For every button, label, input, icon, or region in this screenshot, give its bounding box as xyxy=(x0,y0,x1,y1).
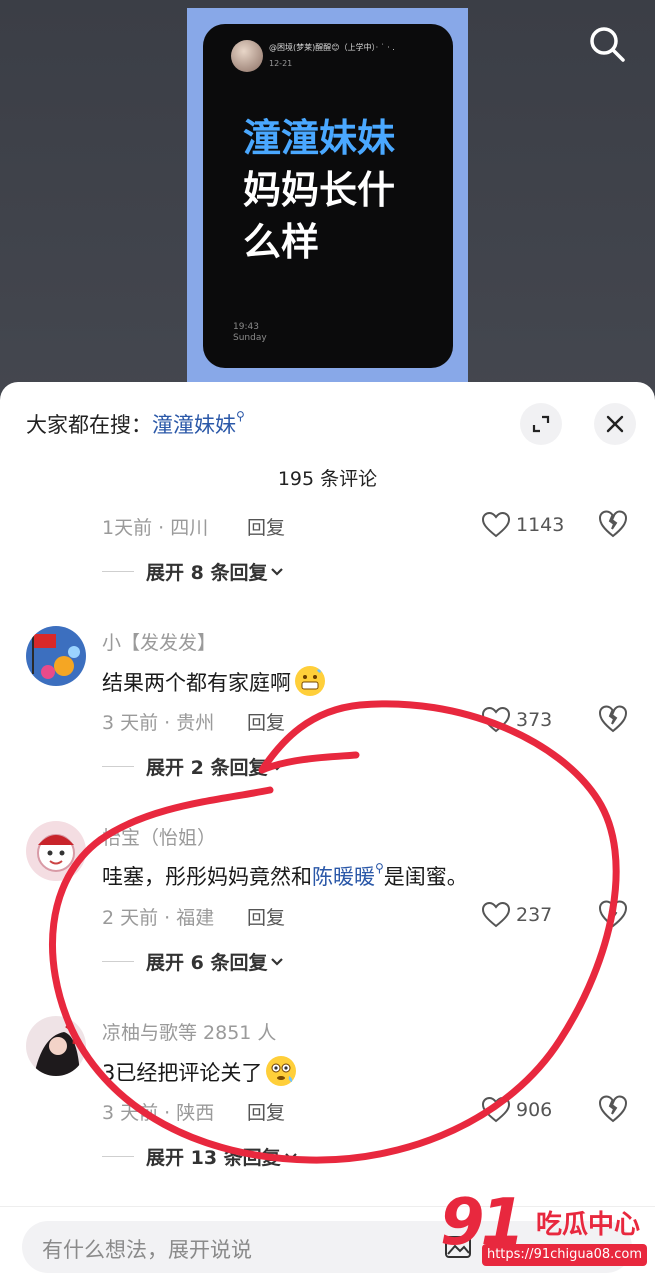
expand-divider xyxy=(102,766,134,767)
search-small-icon: ⚲ xyxy=(236,409,245,423)
like-button[interactable]: 1143 xyxy=(482,510,572,540)
comment-text: 结果两个都有家庭啊 xyxy=(102,666,325,697)
broken-heart-icon xyxy=(598,510,628,538)
hot-search-keyword[interactable]: 潼潼妹妹 xyxy=(152,413,236,437)
video-screenshot-card: @困境(梦莱)醒醒😊（上学中）· ˙ · . 12-21 潼潼妹妹 妈妈长什 么… xyxy=(203,24,453,368)
like-button[interactable]: 906 xyxy=(482,1095,572,1125)
dislike-button[interactable] xyxy=(598,900,628,930)
comment-meta: 3 天前 · 陕西 xyxy=(102,1102,215,1124)
expand-replies-label: 展开 6 条回复 xyxy=(146,952,268,974)
broken-heart-icon xyxy=(598,1095,628,1123)
avatar[interactable] xyxy=(26,821,86,881)
video-player[interactable]: @困境(梦莱)醒醒😊（上学中）· ˙ · . 12-21 潼潼妹妹 妈妈长什 么… xyxy=(0,0,655,400)
reply-button[interactable]: 回复 xyxy=(247,513,285,540)
heart-icon xyxy=(482,707,510,733)
comment-meta: 3 天前 · 贵州 xyxy=(102,712,215,734)
broken-heart-icon xyxy=(598,705,628,733)
heart-icon xyxy=(482,902,510,928)
poster-username: @困境(梦莱)醒醒😊（上学中）· ˙ · . xyxy=(269,43,395,52)
chevron-down-icon xyxy=(271,762,284,771)
like-button[interactable]: 373 xyxy=(482,705,572,735)
watermark-text: 吃瓜中心 xyxy=(536,1210,641,1240)
like-count: 1143 xyxy=(516,514,565,536)
expand-replies-button[interactable]: 展开 6 条回复 xyxy=(146,948,285,975)
expand-replies-label: 展开 8 条回复 xyxy=(146,562,268,584)
comment-author[interactable]: 凉柚与歌等 2851 人 xyxy=(102,1018,276,1045)
expand-divider xyxy=(102,1156,134,1157)
hot-search-prefix: 大家都在搜： xyxy=(26,413,152,437)
video-day: Sunday xyxy=(233,333,267,343)
like-count: 237 xyxy=(516,904,553,926)
avatar-image xyxy=(26,1016,86,1076)
video-title-line-1: 潼潼妹妹 xyxy=(243,116,396,160)
close-sheet-button[interactable] xyxy=(594,403,636,445)
grimacing-emoji-icon xyxy=(295,666,325,696)
chevron-down-icon xyxy=(271,957,284,966)
dislike-button[interactable] xyxy=(598,510,628,540)
dislike-button[interactable] xyxy=(598,1095,628,1125)
avatar-image xyxy=(26,821,86,881)
flushed-emoji-icon xyxy=(266,1056,297,1086)
expand-replies-button[interactable]: 展开 8 条回复 xyxy=(146,558,285,585)
avatar[interactable] xyxy=(26,1016,86,1076)
comment-text: 3已经把评论关了 xyxy=(102,1056,297,1087)
search-button[interactable] xyxy=(585,22,629,66)
post-date: 12-21 xyxy=(269,59,293,68)
chevron-down-icon xyxy=(284,1152,297,1161)
like-button[interactable]: 237 xyxy=(482,900,572,930)
comment-text-body: 结果两个都有家庭啊 xyxy=(102,671,291,695)
reply-button[interactable]: 回复 xyxy=(247,903,285,930)
search-small-icon: ⚲ xyxy=(375,861,384,875)
heart-icon xyxy=(482,512,510,538)
video-title-line-3: 么样 xyxy=(243,220,320,264)
comment-text: 哇塞，彤彤妈妈竟然和陈暖暖⚲是闺蜜。 xyxy=(102,861,468,891)
expand-replies-button[interactable]: 展开 13 条回复 xyxy=(146,1143,299,1170)
reply-button[interactable]: 回复 xyxy=(247,1098,285,1125)
hot-search-bar[interactable]: 大家都在搜：潼潼妹妹⚲ xyxy=(26,409,245,439)
avatar-image xyxy=(26,626,86,686)
video-frame: @困境(梦莱)醒醒😊（上学中）· ˙ · . 12-21 潼潼妹妹 妈妈长什 么… xyxy=(187,8,468,400)
comment-author[interactable]: 小【发发发】 xyxy=(102,628,216,655)
expand-divider xyxy=(102,571,134,572)
comment-count: 195 条评论 xyxy=(277,468,378,490)
heart-icon xyxy=(482,1097,510,1123)
expand-replies-button[interactable]: 展开 2 条回复 xyxy=(146,753,285,780)
like-count: 906 xyxy=(516,1099,553,1121)
broken-heart-icon xyxy=(598,900,628,928)
expand-divider xyxy=(102,961,134,962)
expand-replies-label: 展开 2 条回复 xyxy=(146,757,268,779)
watermark-logo: 91 吃瓜中心 https://91chigua08.com xyxy=(440,1186,650,1276)
comment-author[interactable]: 怡宝（怡姐） xyxy=(102,823,216,850)
reply-button[interactable]: 回复 xyxy=(247,708,285,735)
watermark-url: https://91chigua08.com xyxy=(482,1244,647,1266)
video-time: 19:43 xyxy=(233,322,259,332)
chevron-down-icon xyxy=(271,567,284,576)
video-title: 潼潼妹妹 妈妈长什 么样 xyxy=(243,112,443,268)
avatar[interactable] xyxy=(26,626,86,686)
video-title-line-2: 妈妈长什 xyxy=(243,168,396,212)
expand-replies-label: 展开 13 条回复 xyxy=(146,1147,281,1169)
comment-text-before: 哇塞，彤彤妈妈竟然和 xyxy=(102,865,312,889)
poster-avatar xyxy=(231,40,263,72)
expand-sheet-button[interactable] xyxy=(520,403,562,445)
search-icon xyxy=(590,27,625,62)
comment-text-after: 是闺蜜。 xyxy=(383,865,468,889)
expand-icon xyxy=(532,415,550,433)
comment-keyword-link[interactable]: 陈暖暖 xyxy=(312,865,375,889)
comment-text-body: 3已经把评论关了 xyxy=(102,1061,263,1085)
close-icon xyxy=(606,415,624,433)
comment-meta: 1天前 · 四川 xyxy=(102,517,209,539)
comment-input-placeholder: 有什么想法，展开说说 xyxy=(42,1238,252,1262)
video-timestamp: 19:43 Sunday xyxy=(233,322,267,344)
comment-meta: 2 天前 · 福建 xyxy=(102,907,215,929)
like-count: 373 xyxy=(516,709,553,731)
dislike-button[interactable] xyxy=(598,705,628,735)
